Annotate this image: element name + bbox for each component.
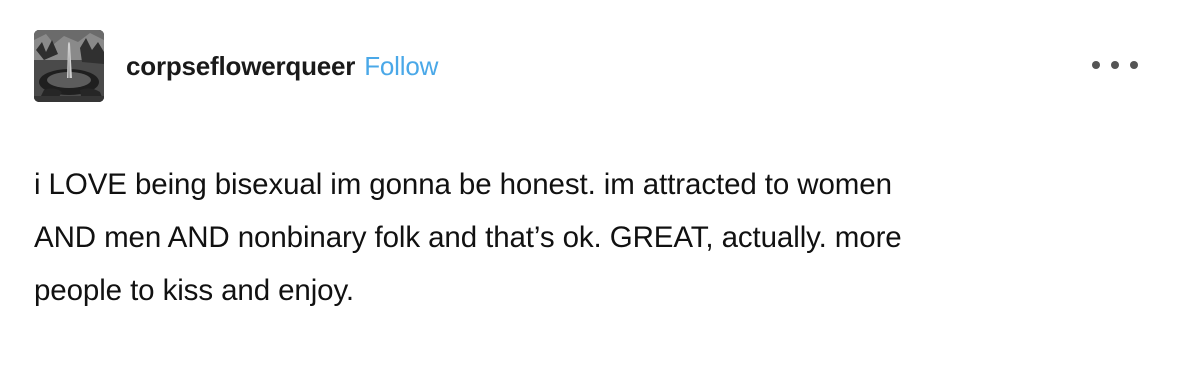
more-dot <box>1130 61 1138 69</box>
post-author-name[interactable]: corpseflowerqueer <box>126 51 355 82</box>
post-body-line: AND men AND nonbinary folk and that’s ok… <box>34 221 902 254</box>
more-dot <box>1111 61 1119 69</box>
more-dot <box>1092 61 1100 69</box>
post-body-line: i LOVE being bisexual im gonna be honest… <box>34 168 892 201</box>
more-options-icon[interactable] <box>1092 55 1138 75</box>
follow-button[interactable]: Follow <box>364 51 438 82</box>
avatar[interactable] <box>34 30 104 102</box>
avatar-image <box>34 30 104 102</box>
post-body-line: people to kiss and enjoy. <box>34 274 355 307</box>
post-body-text: i LOVE being bisexual im gonna be honest… <box>34 158 1144 317</box>
post-header: corpseflowerqueer Follow <box>34 30 438 102</box>
post-card: corpseflowerqueer Follow i LOVE being bi… <box>0 0 1180 388</box>
